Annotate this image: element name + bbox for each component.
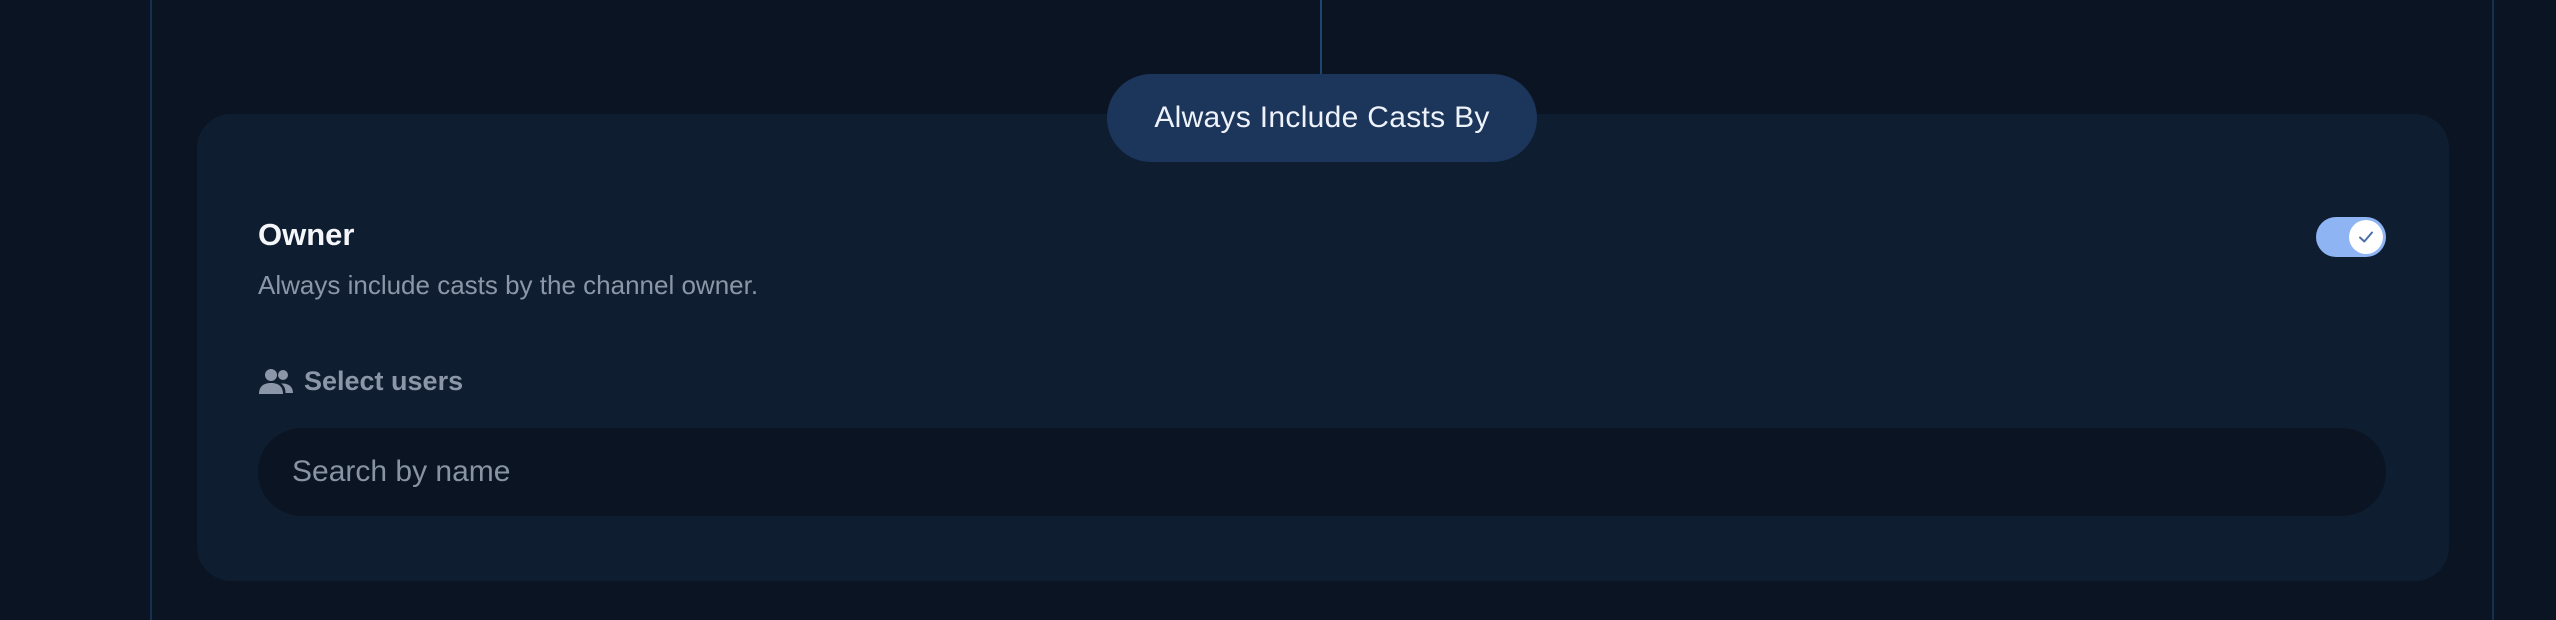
search-input[interactable] [258,428,2386,516]
owner-description: Always include casts by the channel owne… [258,270,759,300]
owner-toggle[interactable] [2316,217,2386,257]
connector-line [1320,0,1322,74]
section-pill: Always Include Casts By [1107,74,1537,162]
frame-border-right [2492,0,2494,620]
toggle-knob [2349,220,2383,254]
frame-border-left [150,0,152,620]
check-icon [2359,231,2373,243]
users-icon [259,368,293,394]
select-users-text: Select users [304,366,464,396]
owner-title: Owner [258,217,355,252]
select-users-label: Select users [258,366,463,397]
